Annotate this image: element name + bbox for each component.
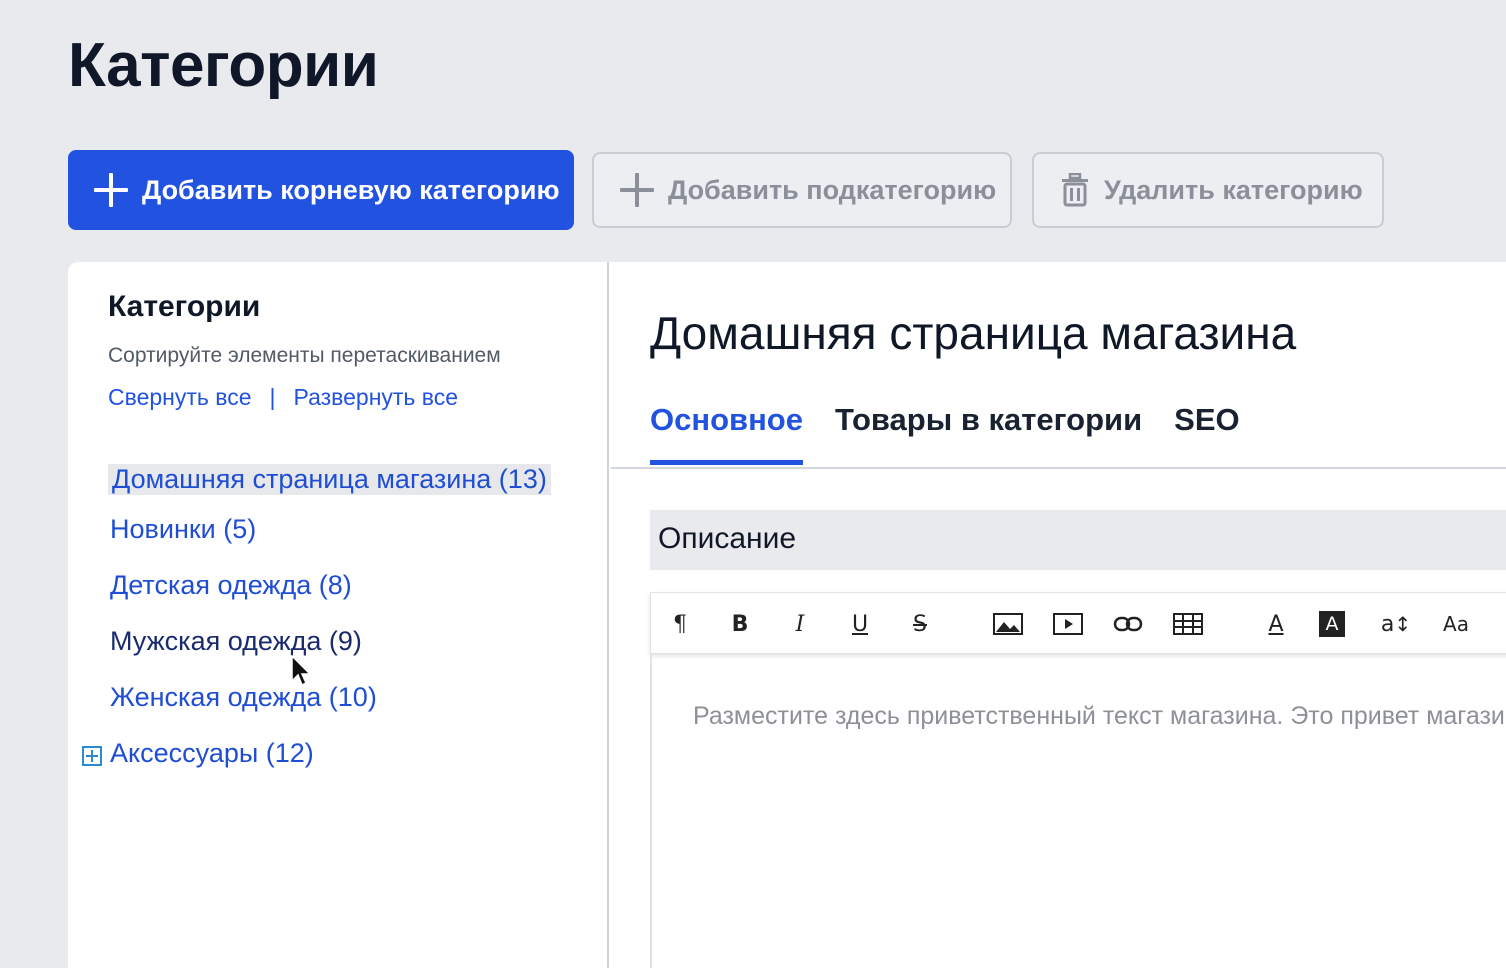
tree-item-accessories[interactable]: Аксессуары (12) xyxy=(110,738,314,769)
mouse-cursor-icon xyxy=(291,655,312,687)
tree-item-kids[interactable]: Детская одежда (8) xyxy=(110,570,352,601)
tree-controls: Свернуть все | Развернуть все xyxy=(108,384,458,411)
category-title: Домашняя страница магазина xyxy=(650,307,1297,359)
bold-icon[interactable]: B xyxy=(723,607,757,641)
add-root-category-button[interactable]: Добавить корневую категорию xyxy=(68,150,574,230)
category-editor: Домашняя страница магазина Основное Това… xyxy=(611,262,1506,968)
italic-icon[interactable]: I xyxy=(783,607,817,641)
tab-general[interactable]: Основное xyxy=(650,402,803,465)
paragraph-icon[interactable]: ¶ xyxy=(663,607,697,641)
expand-all-link[interactable]: Развернуть все xyxy=(294,384,459,411)
link-separator: | xyxy=(269,384,276,410)
font-size-icon[interactable]: Aa xyxy=(1439,607,1473,641)
table-icon[interactable] xyxy=(1171,607,1205,641)
tree-item-men[interactable]: Мужская одежда (9) xyxy=(110,626,362,657)
tree-item-home[interactable]: Домашняя страница магазина (13) xyxy=(108,464,551,495)
delete-category-label: Удалить категорию xyxy=(1104,174,1363,205)
strikethrough-icon[interactable]: S xyxy=(903,607,937,641)
tree-item-new[interactable]: Новинки (5) xyxy=(110,514,256,545)
description-section-title: Описание xyxy=(650,510,1506,570)
plus-icon xyxy=(94,173,128,207)
expand-plus-icon[interactable] xyxy=(82,746,102,766)
delete-category-button[interactable]: Удалить категорию xyxy=(1032,152,1384,228)
plus-icon xyxy=(620,173,654,207)
category-sidebar: Категории Сортируйте элементы перетаскив… xyxy=(68,262,609,968)
tab-bar: Основное Товары в категории SEO xyxy=(650,402,1240,465)
highlight-icon[interactable]: A xyxy=(1319,611,1345,637)
page-title: Категории xyxy=(68,31,379,100)
add-subcategory-button[interactable]: Добавить подкатегорию xyxy=(592,152,1012,228)
link-icon[interactable] xyxy=(1111,607,1145,641)
tab-seo[interactable]: SEO xyxy=(1174,402,1239,465)
underline-icon[interactable]: U xyxy=(843,607,877,641)
sidebar-title: Категории xyxy=(108,290,261,323)
trash-icon xyxy=(1062,173,1088,207)
categories-panel: Категории Сортируйте элементы перетаскив… xyxy=(68,262,1506,968)
add-subcategory-label: Добавить подкатегорию xyxy=(668,174,997,205)
editor-placeholder: Разместите здесь приветственный текст ма… xyxy=(693,702,1506,730)
sidebar-hint: Сортируйте элементы перетаскиванием xyxy=(108,344,501,367)
tree-item-women[interactable]: Женская одежда (10) xyxy=(110,682,377,713)
add-root-category-label: Добавить корневую категорию xyxy=(142,174,560,205)
description-editor[interactable]: Разместите здесь приветственный текст ма… xyxy=(650,654,1506,968)
image-icon[interactable] xyxy=(991,607,1025,641)
line-height-letter: a xyxy=(1380,611,1395,637)
collapse-all-link[interactable]: Свернуть все xyxy=(108,384,252,411)
video-icon[interactable] xyxy=(1051,607,1085,641)
tab-products[interactable]: Товары в категории xyxy=(835,402,1142,465)
editor-toolbar: ¶ B I U S A A a ↕ Aa xyxy=(650,592,1506,654)
line-height-icon[interactable]: a ↕ xyxy=(1379,607,1413,641)
font-color-icon[interactable]: A xyxy=(1259,607,1293,641)
tabs-divider xyxy=(611,467,1506,469)
